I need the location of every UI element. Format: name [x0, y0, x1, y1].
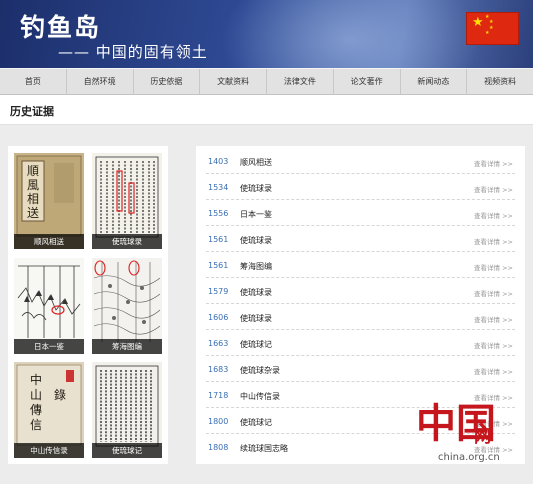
list-item[interactable]: 1534 使琉球录 查看详情 >> — [206, 174, 515, 200]
list-item[interactable]: 1606 使琉球录 查看详情 >> — [206, 304, 515, 330]
nav-item-environment[interactable]: 自然环境 — [67, 69, 134, 94]
record-year[interactable]: 1534 — [208, 183, 228, 192]
site-subtitle: —— 中国的固有领土 — [58, 43, 208, 61]
main-nav: 首页 自然环境 历史依据 文献资料 法律文件 论文著作 新闻动态 视频资料 — [0, 68, 533, 95]
gallery-caption: 日本一鉴 — [14, 339, 84, 354]
record-year[interactable]: 1556 — [208, 209, 228, 218]
gallery-item[interactable]: 筹海图编 — [92, 258, 162, 354]
svg-text:錄: 錄 — [54, 387, 66, 402]
record-year[interactable]: 1403 — [208, 157, 228, 166]
nav-item-video[interactable]: 视频资料 — [467, 69, 533, 94]
record-year[interactable]: 1561 — [208, 235, 228, 244]
view-details-link[interactable]: 查看详情 >> — [474, 184, 513, 194]
record-title[interactable]: 日本一鉴 — [240, 209, 272, 220]
record-year[interactable]: 1683 — [208, 365, 228, 374]
view-details-link[interactable]: 查看详情 >> — [474, 314, 513, 324]
logo-url: china.org.cn — [438, 452, 500, 463]
list-item[interactable]: 1683 使琉球杂录 查看详情 >> — [206, 356, 515, 382]
record-title[interactable]: 筹海图编 — [240, 261, 272, 272]
view-details-link[interactable]: 查看详情 >> — [474, 210, 513, 220]
gallery-caption: 使琉球记 — [92, 443, 162, 458]
gallery-item[interactable]: 順 風 相 送 顺风相送 — [14, 153, 84, 249]
record-title[interactable]: 使琉球录 — [240, 313, 272, 324]
record-year[interactable]: 1663 — [208, 339, 228, 348]
nav-item-history[interactable]: 历史依据 — [134, 69, 201, 94]
site-title: 钓鱼岛 — [20, 13, 102, 42]
view-details-link[interactable]: 查看详情 >> — [474, 262, 513, 272]
record-year[interactable]: 1561 — [208, 261, 228, 270]
logo-net-text: 网 — [474, 427, 491, 447]
svg-text:送: 送 — [27, 205, 39, 220]
gallery-caption: 中山传信录 — [14, 443, 84, 458]
view-details-link[interactable]: 查看详情 >> — [474, 236, 513, 246]
nav-item-documents[interactable]: 文献资料 — [200, 69, 267, 94]
nav-item-news[interactable]: 新闻动态 — [401, 69, 468, 94]
record-title[interactable]: 续琉球国志略 — [240, 443, 288, 454]
list-item[interactable]: 1561 使琉球录 查看详情 >> — [206, 226, 515, 252]
nav-item-legal[interactable]: 法律文件 — [267, 69, 334, 94]
record-year[interactable]: 1808 — [208, 443, 228, 452]
nav-item-home[interactable]: 首页 — [0, 69, 67, 94]
view-details-link[interactable]: 查看详情 >> — [474, 158, 513, 168]
record-title[interactable]: 使琉球记 — [240, 339, 272, 350]
list-item[interactable]: 1403 顺风相送 查看详情 >> — [206, 148, 515, 174]
gallery-caption: 顺风相送 — [14, 234, 84, 249]
record-title[interactable]: 使琉球录 — [240, 287, 272, 298]
china-org-logo: 中国 网 china.org.cn — [414, 400, 526, 472]
record-year[interactable]: 1606 — [208, 313, 228, 322]
record-title[interactable]: 使琉球录 — [240, 183, 272, 194]
gallery-caption: 使琉球录 — [92, 234, 162, 249]
svg-text:中: 中 — [30, 372, 42, 387]
view-details-link[interactable]: 查看详情 >> — [474, 366, 513, 376]
list-item[interactable]: 1579 使琉球录 查看详情 >> — [206, 278, 515, 304]
list-item[interactable]: 1556 日本一鉴 查看详情 >> — [206, 200, 515, 226]
svg-text:信: 信 — [30, 418, 42, 432]
nav-item-papers[interactable]: 论文著作 — [334, 69, 401, 94]
gallery-item[interactable]: 使琉球记 — [92, 362, 162, 458]
record-title[interactable]: 中山传信录 — [240, 391, 280, 402]
banner-glow — [220, 0, 480, 68]
china-flag-icon: ★ ★ ★ ★ ★ — [466, 12, 519, 45]
section-title: 历史证据 — [10, 105, 54, 118]
evidence-gallery: 順 風 相 送 顺风相送 使琉球录 日本一鉴 筹海图编 中 山 傳 信 錄 中山… — [8, 146, 168, 464]
record-title[interactable]: 顺风相送 — [240, 157, 272, 168]
svg-text:山: 山 — [30, 388, 42, 402]
view-details-link[interactable]: 查看详情 >> — [474, 340, 513, 350]
gallery-item[interactable]: 使琉球录 — [92, 153, 162, 249]
gallery-caption: 筹海图编 — [92, 339, 162, 354]
record-year[interactable]: 1579 — [208, 287, 228, 296]
list-item[interactable]: 1663 使琉球记 查看详情 >> — [206, 330, 515, 356]
site-banner: 钓鱼岛 —— 中国的固有领土 ★ ★ ★ ★ ★ — [0, 0, 533, 68]
record-title[interactable]: 使琉球杂录 — [240, 365, 280, 376]
view-details-link[interactable]: 查看详情 >> — [474, 288, 513, 298]
list-item[interactable]: 1561 筹海图编 查看详情 >> — [206, 252, 515, 278]
svg-text:順: 順 — [27, 164, 39, 178]
record-title[interactable]: 使琉球记 — [240, 417, 272, 428]
svg-text:傳: 傳 — [30, 403, 42, 417]
record-year[interactable]: 1718 — [208, 391, 228, 400]
svg-text:相: 相 — [27, 192, 39, 206]
record-title[interactable]: 使琉球录 — [240, 235, 272, 246]
gallery-item[interactable]: 日本一鉴 — [14, 258, 84, 354]
record-year[interactable]: 1800 — [208, 417, 228, 426]
gallery-item[interactable]: 中 山 傳 信 錄 中山传信录 — [14, 362, 84, 458]
svg-text:風: 風 — [27, 178, 39, 192]
